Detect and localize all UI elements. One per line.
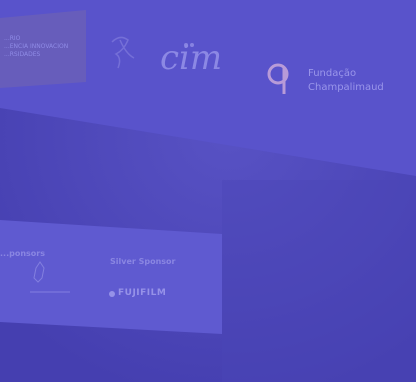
cim-wordmark: cim — [160, 38, 223, 78]
sponsors-panel — [0, 220, 222, 334]
sponsors-heading: ...ponsors — [0, 249, 45, 258]
lower-wall — [222, 180, 416, 382]
champalimaud-name-line: Fundação — [308, 68, 357, 79]
silver-sponsor-heading: Silver Sponsor — [110, 257, 176, 266]
photo-scene: ...RIO ...ENCIA INNOVACION ...RSIDADES c… — [0, 0, 416, 382]
champalimaud-name-line: Champalimaud — [308, 82, 384, 93]
partner-text-line: ...ENCIA INNOVACION — [4, 43, 69, 50]
partner-text-line: ...RSIDADES — [4, 51, 41, 58]
partner-text-line: ...RIO — [4, 35, 21, 42]
fujifilm-mark — [109, 291, 115, 297]
fujifilm-logo: FUJIFILM — [118, 288, 167, 298]
